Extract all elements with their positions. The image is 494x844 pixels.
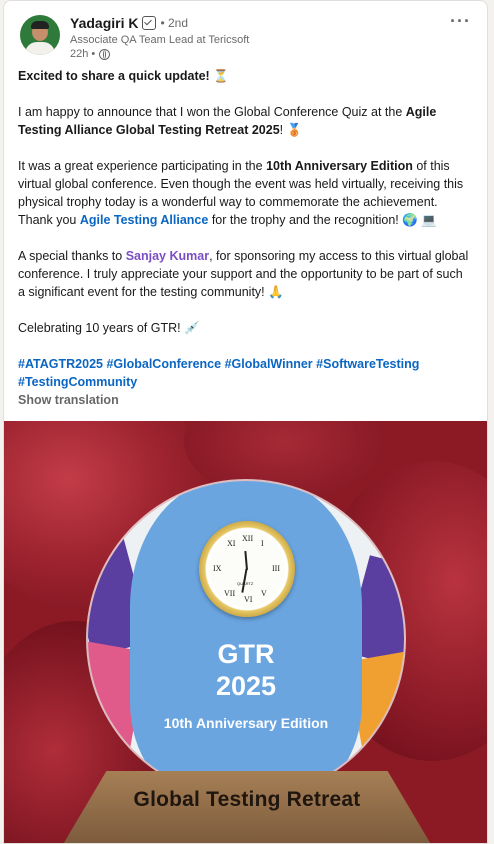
company-link[interactable]: Agile Testing Alliance bbox=[80, 213, 209, 227]
post-paragraph-5: Celebrating 10 years of GTR! 💉 bbox=[18, 321, 200, 335]
author-headline: Associate QA Team Lead at Tericsoft bbox=[70, 34, 250, 46]
hashtag[interactable]: #SoftwareTesting bbox=[316, 357, 419, 371]
post-paragraph-2: I am happy to announce that I won the Gl… bbox=[18, 105, 437, 137]
post-paragraph-4: A special thanks to Sanjay Kumar, for sp… bbox=[18, 249, 469, 299]
post-time: 22h • bbox=[70, 48, 96, 60]
trophy-anniversary: 10th Anniversary Edition bbox=[163, 715, 329, 731]
author-name[interactable]: Yadagiri K bbox=[70, 15, 138, 31]
author-name-row: Yadagiri K • 2nd bbox=[70, 15, 188, 31]
globe-icon bbox=[99, 48, 111, 60]
trophy-gtr: GTR bbox=[217, 639, 275, 669]
connection-degree: • 2nd bbox=[160, 16, 189, 30]
post-header: Yadagiri K • 2nd Associate QA Team Lead … bbox=[4, 1, 487, 63]
post-meta: 22h • bbox=[70, 48, 111, 60]
more-options-icon[interactable]: ··· bbox=[450, 11, 471, 32]
clock-icon: XII III VI IX I XI V VII QUARTZ bbox=[199, 521, 295, 617]
hashtag[interactable]: #GlobalWinner bbox=[225, 357, 313, 371]
hashtag[interactable]: #ATAGTR2025 bbox=[18, 357, 103, 371]
hashtag[interactable]: #TestingCommunity bbox=[18, 375, 137, 389]
trophy-plaque: XII III VI IX I XI V VII QUARTZ GTR 2025… bbox=[88, 481, 404, 797]
trophy-year: 2025 bbox=[215, 671, 277, 701]
post-body: Excited to share a quick update! ⏳ I am … bbox=[18, 67, 473, 399]
hashtags: #ATAGTR2025 #GlobalConference #GlobalWin… bbox=[18, 355, 473, 391]
trophy-base-text: Global Testing Retreat bbox=[133, 788, 361, 811]
show-translation-button[interactable]: Show translation bbox=[18, 393, 119, 407]
author-avatar[interactable] bbox=[20, 15, 60, 55]
post-image[interactable]: XII III VI IX I XI V VII QUARTZ GTR 2025… bbox=[4, 421, 487, 843]
post-card: Yadagiri K • 2nd Associate QA Team Lead … bbox=[3, 0, 488, 844]
post-paragraph-3: It was a great experience participating … bbox=[18, 159, 464, 227]
post-paragraph-1: Excited to share a quick update! ⏳ bbox=[18, 69, 229, 83]
verified-icon bbox=[142, 16, 157, 30]
mention-link[interactable]: Sanjay Kumar bbox=[126, 249, 209, 263]
hashtag[interactable]: #GlobalConference bbox=[106, 357, 221, 371]
